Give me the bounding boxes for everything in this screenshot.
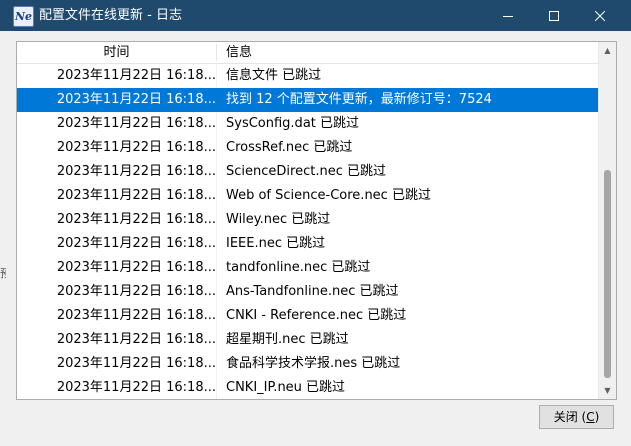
title-bar[interactable]: Ne 配置文件在线更新 - 日志 (0, 0, 631, 31)
table-row[interactable]: 2023年11月22日 16:18... 食品科学技术学报.nes 已跳过 (17, 352, 598, 376)
scrollbar-thumb[interactable] (604, 170, 611, 378)
table-row[interactable]: 2023年11月22日 16:18... 超星期刊.nec 已跳过 (17, 328, 598, 352)
table-row[interactable]: 2023年11月22日 16:18... Ans-Tandfonline.nec … (17, 280, 598, 304)
background-window-fragment: 预 (0, 267, 6, 280)
table-row[interactable]: 2023年11月22日 16:18... CNKI - Reference.nec… (17, 304, 598, 328)
vertical-scrollbar[interactable]: ▲ ▼ (598, 42, 616, 399)
table-row[interactable]: 2023年11月22日 16:18... IEEE.nec 已跳过 (17, 232, 598, 256)
row-time: 2023年11月22日 16:18... (56, 284, 216, 299)
table-row[interactable]: 2023年11月22日 16:18... CNKI_IP.neu 已跳过 (17, 376, 598, 399)
close-window-button[interactable] (577, 0, 623, 31)
close-button-suffix: ) (594, 410, 600, 424)
table-row[interactable]: 2023年11月22日 16:18... SysConfig.dat 已跳过 (17, 112, 598, 136)
table-row[interactable]: 2023年11月22日 16:18... 信息文件 已跳过 (17, 64, 598, 88)
column-header-time[interactable]: 时间 (17, 42, 216, 63)
row-info: 食品科学技术学报.nes 已跳过 (226, 356, 401, 371)
maximize-icon (549, 10, 559, 21)
row-time: 2023年11月22日 16:18... (56, 116, 216, 131)
row-time: 2023年11月22日 16:18... (56, 332, 216, 347)
row-time: 2023年11月22日 16:18... (56, 308, 216, 323)
row-info: 超星期刊.nec 已跳过 (226, 332, 349, 347)
window-title: 配置文件在线更新 - 日志 (39, 8, 182, 23)
row-time: 2023年11月22日 16:18... (56, 68, 216, 83)
table-row[interactable]: 2023年11月22日 16:18... tandfonline.nec 已跳过 (17, 256, 598, 280)
scroll-up-icon[interactable]: ▲ (599, 42, 616, 59)
column-divider[interactable] (216, 44, 217, 61)
list-header: 时间 信息 (17, 42, 598, 64)
maximize-button[interactable] (531, 0, 577, 31)
row-info: CNKI - Reference.nec 已跳过 (226, 308, 407, 323)
minimize-icon (503, 15, 513, 17)
row-info: CrossRef.nec 已跳过 (226, 140, 353, 155)
close-icon (595, 10, 605, 21)
app-icon: Ne (13, 6, 34, 27)
row-info: IEEE.nec 已跳过 (226, 236, 326, 251)
row-info: ScienceDirect.nec 已跳过 (226, 164, 386, 179)
table-row[interactable]: 2023年11月22日 16:18... 找到 12 个配置文件更新，最新修订号：… (17, 88, 598, 112)
row-time: 2023年11月22日 16:18... (56, 212, 216, 227)
table-row[interactable]: 2023年11月22日 16:18... Wiley.nec 已跳过 (17, 208, 598, 232)
row-time: 2023年11月22日 16:18... (17, 88, 216, 112)
close-button-label: 关闭 ( (553, 410, 587, 424)
row-info: Ans-Tandfonline.nec 已跳过 (226, 284, 399, 299)
log-list[interactable]: 时间 信息 2023年11月22日 16:18... 信息文件 已跳过 2023年1… (16, 41, 617, 400)
scroll-down-icon[interactable]: ▼ (599, 382, 616, 399)
table-row[interactable]: 2023年11月22日 16:18... Web of Science-Core.… (17, 184, 598, 208)
column-header-info[interactable]: 信息 (226, 42, 252, 63)
row-time: 2023年11月22日 16:18... (56, 380, 216, 395)
row-time: 2023年11月22日 16:18... (56, 164, 216, 179)
close-button-mnemonic: C (586, 410, 595, 424)
table-row[interactable]: 2023年11月22日 16:18... ScienceDirect.nec 已跳… (17, 160, 598, 184)
row-info: 信息文件 已跳过 (226, 68, 322, 83)
row-info: tandfonline.nec 已跳过 (226, 260, 371, 275)
log-rows: 2023年11月22日 16:18... 信息文件 已跳过 2023年11月22日 … (17, 64, 598, 399)
row-time: 2023年11月22日 16:18... (56, 356, 216, 371)
table-row[interactable]: 2023年11月22日 16:18... CrossRef.nec 已跳过 (17, 136, 598, 160)
row-time: 2023年11月22日 16:18... (56, 188, 216, 203)
row-info: 找到 12 个配置文件更新，最新修订号：7524 (226, 92, 492, 107)
row-time: 2023年11月22日 16:18... (56, 236, 216, 251)
row-info: Web of Science-Core.nec 已跳过 (226, 188, 431, 203)
close-button[interactable]: 关闭 (C) (539, 405, 614, 429)
row-info: SysConfig.dat 已跳过 (226, 116, 360, 131)
minimize-button[interactable] (485, 0, 531, 31)
row-time: 2023年11月22日 16:18... (56, 140, 216, 155)
row-info: Wiley.nec 已跳过 (226, 212, 331, 227)
row-time: 2023年11月22日 16:18... (56, 260, 216, 275)
row-info: CNKI_IP.neu 已跳过 (226, 380, 346, 395)
